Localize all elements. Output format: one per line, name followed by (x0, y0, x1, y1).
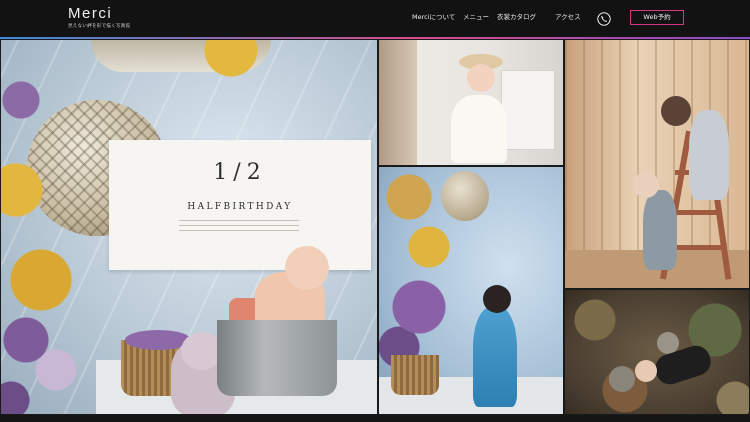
rattan-ball (609, 366, 635, 392)
metal-tub (217, 320, 337, 396)
white-dresser (501, 70, 555, 150)
nav-link-access[interactable]: アクセス (555, 13, 581, 22)
girl-head (467, 64, 495, 92)
web-reservation-button[interactable]: Web予約 (630, 10, 684, 25)
ladder-step (673, 210, 721, 215)
banner-text: HALFBIRTHDAY (187, 202, 293, 212)
phone-icon[interactable] (597, 11, 611, 26)
wicker-basket (391, 355, 439, 395)
dried-flowers-top (191, 40, 271, 80)
nav-link-costume-catalog[interactable]: 衣裳カタログ (497, 13, 536, 22)
baby-head (285, 246, 329, 290)
rattan-lamp (441, 171, 489, 221)
baby-head (635, 360, 657, 382)
white-dress (451, 95, 507, 163)
site-header: Merci 見えない絆を形で描く写真館 Merciについて メニュー 衣裳カタロ… (0, 0, 750, 38)
kimono-girl-photo[interactable] (378, 166, 564, 415)
baby-flowerbed-photo[interactable] (564, 289, 750, 415)
child-standing-head (661, 96, 691, 126)
girl-white-dress-photo[interactable] (378, 39, 564, 166)
bottom-strip (0, 415, 750, 422)
half-birthday-banner: 1/2 HALFBIRTHDAY (109, 140, 371, 270)
ladder-step (671, 245, 723, 250)
blue-kimono (473, 307, 517, 407)
dried-leaves (565, 290, 749, 414)
banner-small-print (179, 220, 299, 234)
nav-link-menu[interactable]: メニュー (463, 13, 489, 22)
dried-flowers-left (1, 40, 81, 414)
banner-number: 1/2 (213, 160, 267, 185)
nav-link-about[interactable]: Merciについて (412, 13, 455, 22)
girl-head (483, 285, 511, 313)
children-ladder-photo[interactable] (564, 39, 750, 289)
child-standing (689, 110, 729, 200)
ornate-frame (379, 40, 417, 165)
child-small-head (633, 172, 659, 198)
half-birthday-photo[interactable]: 1/2 HALFBIRTHDAY (0, 39, 378, 415)
child-small (643, 190, 677, 270)
